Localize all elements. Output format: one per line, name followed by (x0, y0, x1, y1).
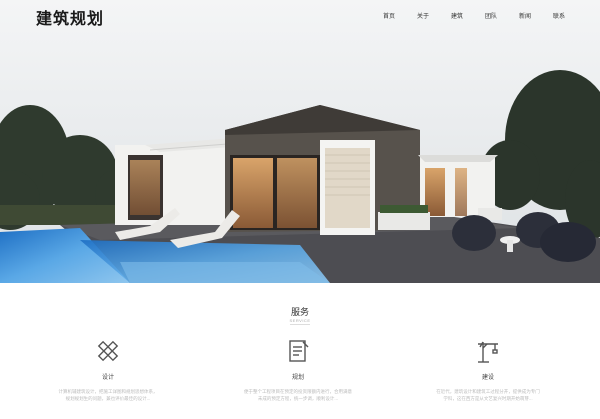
service-desc: 在近代，建筑设计和建筑工过程分开，提供成为专门 学科，这在西方是从文艺复兴时期开… (436, 389, 540, 401)
services-title: 服务 (290, 308, 309, 318)
service-name: 规划 (291, 375, 304, 381)
service-desc: 便于整个工程项目在预定的投资限额内进行，合用满意 未成的预定方程，统一步调，顺利… (244, 389, 352, 401)
service-card-construction[interactable]: 建设 在近代，建筑设计和建筑工过程分开，提供成为专门 学科，这在西方是从文艺复兴… (433, 338, 543, 402)
service-name: 建设 (481, 375, 494, 381)
crane-icon (478, 341, 498, 363)
nav-item-contact[interactable]: 联系 (542, 11, 576, 20)
pencil-ruler-icon (97, 340, 119, 362)
service-card-planning[interactable]: 规划 便于整个工程项目在预定的投资限额内进行，合用满意 未成的预定方程，统一步调… (243, 338, 353, 402)
document-icon (289, 340, 309, 362)
nav-item-home[interactable]: 首页 (372, 11, 406, 20)
nav-item-team[interactable]: 团队 (474, 11, 508, 20)
hero-house-image (0, 0, 600, 283)
main-nav: 首页 关于 建筑 团队 新闻 联系 (372, 11, 576, 20)
title-divider (290, 324, 310, 325)
nav-item-news[interactable]: 新闻 (508, 11, 542, 20)
service-name: 设计 (101, 375, 114, 381)
hero-banner: 建筑规划 首页 关于 建筑 团队 新闻 联系 (0, 0, 600, 283)
site-logo[interactable]: 建筑规划 (36, 5, 104, 29)
service-card-design[interactable]: 设计 计算机辅建筑设计，把施工详图和规划思想体系， 规划规划生的问题，兼也评价最… (53, 338, 163, 402)
services-subtitle: SERVICE (289, 318, 311, 323)
nav-item-about[interactable]: 关于 (406, 11, 440, 20)
services-section: 服务 SERVICE 设计 计算机辅建筑设计，把施工详图和规划思想体系， 规划规… (0, 283, 600, 419)
service-desc: 计算机辅建筑设计，把施工详图和规划思想体系， 规划规划生的问题，兼也评价最佳的设… (58, 389, 158, 401)
nav-item-architecture[interactable]: 建筑 (440, 11, 474, 20)
